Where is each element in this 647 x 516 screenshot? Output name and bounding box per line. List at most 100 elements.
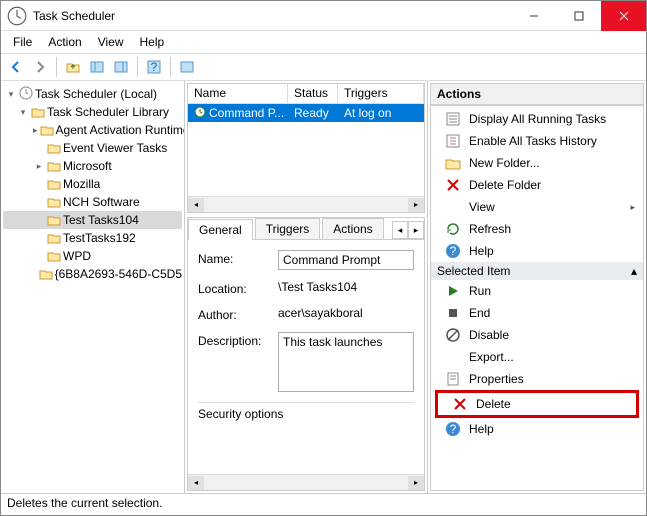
task-list-body: Command P... Ready At log on — [188, 104, 424, 196]
properties-icon — [445, 371, 461, 387]
tab-scroll-left[interactable]: ◂ — [392, 221, 408, 239]
refresh-button[interactable] — [176, 56, 198, 78]
actions-section-selected[interactable]: Selected Item ▴ — [431, 262, 643, 280]
action-disable[interactable]: Disable — [431, 324, 643, 346]
expand-icon[interactable]: ▾ — [17, 106, 29, 118]
main-area: ▾ Task Scheduler (Local) ▾ Task Schedule… — [1, 81, 646, 493]
horizontal-scrollbar[interactable]: ◂ ▸ — [188, 474, 424, 490]
action-end[interactable]: End — [431, 302, 643, 324]
tab-scroll-right[interactable]: ▸ — [408, 221, 424, 239]
tab-actions[interactable]: Actions — [322, 218, 383, 239]
menu-action[interactable]: Action — [40, 33, 89, 51]
action-delete-folder[interactable]: Delete Folder — [431, 174, 643, 196]
stop-icon — [445, 305, 461, 321]
action-label: Properties — [469, 372, 524, 386]
tree-library-label: Task Scheduler Library — [47, 105, 169, 119]
expand-icon[interactable]: ▸ — [33, 160, 45, 172]
tab-general[interactable]: General — [188, 219, 253, 240]
action-help-2[interactable]: ? Help — [431, 418, 643, 440]
action-label: New Folder... — [469, 156, 540, 170]
description-label: Description: — [198, 332, 268, 348]
location-label: Location: — [198, 280, 268, 296]
task-name: Command P... — [209, 106, 284, 120]
expand-icon[interactable]: ▸ — [33, 124, 38, 136]
help-icon: ? — [445, 243, 461, 259]
delete-icon — [452, 396, 468, 412]
action-label: Help — [469, 244, 494, 258]
task-list: Name Status Triggers Command P... Ready … — [187, 83, 425, 213]
col-triggers[interactable]: Triggers — [338, 84, 424, 103]
action-refresh[interactable]: Refresh — [431, 218, 643, 240]
action-delete[interactable]: Delete — [438, 393, 636, 415]
scroll-left-icon[interactable]: ◂ — [188, 476, 204, 490]
expand-icon[interactable]: ▾ — [5, 88, 17, 100]
tree-item[interactable]: NCH Software — [3, 193, 182, 211]
scroll-left-icon[interactable]: ◂ — [188, 198, 204, 212]
task-status: Ready — [288, 105, 338, 121]
name-field[interactable]: Command Prompt — [278, 250, 414, 270]
tree-item-label: Mozilla — [63, 177, 100, 191]
action-help[interactable]: ? Help — [431, 240, 643, 262]
delete-highlight: Delete — [435, 390, 639, 418]
action-view[interactable]: View ▸ — [431, 196, 643, 218]
author-value: acer\sayakboral — [278, 306, 363, 320]
folder-icon — [47, 232, 61, 244]
back-button[interactable] — [5, 56, 27, 78]
chevron-right-icon: ▸ — [630, 202, 635, 213]
task-row[interactable]: Command P... Ready At log on — [188, 104, 424, 122]
svg-text:?: ? — [450, 422, 457, 436]
action-label: Export... — [469, 350, 514, 364]
close-button[interactable] — [601, 1, 646, 31]
action-label: Enable All Tasks History — [469, 134, 597, 148]
tree-item[interactable]: WPD — [3, 247, 182, 265]
history-icon — [445, 133, 461, 149]
menu-help[interactable]: Help — [132, 33, 173, 51]
show-hide-tree-button[interactable] — [86, 56, 108, 78]
up-folder-button[interactable] — [62, 56, 84, 78]
tree-item-selected[interactable]: Test Tasks104 — [3, 211, 182, 229]
tree-item-label: NCH Software — [63, 195, 140, 209]
security-options-label: Security options — [198, 402, 414, 421]
task-list-header: Name Status Triggers — [188, 84, 424, 104]
menu-view[interactable]: View — [90, 33, 132, 51]
forward-button[interactable] — [29, 56, 51, 78]
menu-file[interactable]: File — [5, 33, 40, 51]
collapse-icon: ▴ — [631, 264, 637, 278]
maximize-button[interactable] — [556, 1, 601, 31]
scroll-right-icon[interactable]: ▸ — [408, 476, 424, 490]
tab-triggers[interactable]: Triggers — [255, 218, 321, 239]
scroll-right-icon[interactable]: ▸ — [408, 198, 424, 212]
minimize-button[interactable] — [511, 1, 556, 31]
tree-library[interactable]: ▾ Task Scheduler Library — [3, 103, 182, 121]
description-field[interactable]: This task launches — [278, 332, 414, 392]
tree-root[interactable]: ▾ Task Scheduler (Local) — [3, 85, 182, 103]
center-pane: Name Status Triggers Command P... Ready … — [185, 81, 428, 493]
action-enable-history[interactable]: Enable All Tasks History — [431, 130, 643, 152]
action-export[interactable]: Export... — [431, 346, 643, 368]
action-display-running[interactable]: Display All Running Tasks — [431, 108, 643, 130]
tree-item[interactable]: Mozilla — [3, 175, 182, 193]
action-label: View — [469, 200, 495, 214]
horizontal-scrollbar[interactable]: ◂ ▸ — [188, 196, 424, 212]
refresh-icon — [445, 221, 461, 237]
actions-body: Display All Running Tasks Enable All Tas… — [430, 105, 644, 491]
tree-item[interactable]: Event Viewer Tasks — [3, 139, 182, 157]
action-new-folder[interactable]: New Folder... — [431, 152, 643, 174]
action-label: Disable — [469, 328, 509, 342]
tree-item-label: WPD — [63, 249, 91, 263]
tree-item[interactable]: ▸Agent Activation Runtime — [3, 121, 182, 139]
tree-item[interactable]: ▸Microsoft — [3, 157, 182, 175]
folder-icon — [47, 196, 61, 208]
tree-item[interactable]: {6B8A2693-546D-C5D5 — [3, 265, 182, 283]
clock-icon — [19, 86, 33, 103]
folder-icon — [39, 268, 53, 280]
folder-icon — [47, 178, 61, 190]
action-run[interactable]: Run — [431, 280, 643, 302]
col-status[interactable]: Status — [288, 84, 338, 103]
show-hide-actions-button[interactable] — [110, 56, 132, 78]
action-label: Run — [469, 284, 491, 298]
help-button[interactable]: ? — [143, 56, 165, 78]
tree-item[interactable]: TestTasks192 — [3, 229, 182, 247]
action-properties[interactable]: Properties — [431, 368, 643, 390]
col-name[interactable]: Name — [188, 84, 288, 103]
